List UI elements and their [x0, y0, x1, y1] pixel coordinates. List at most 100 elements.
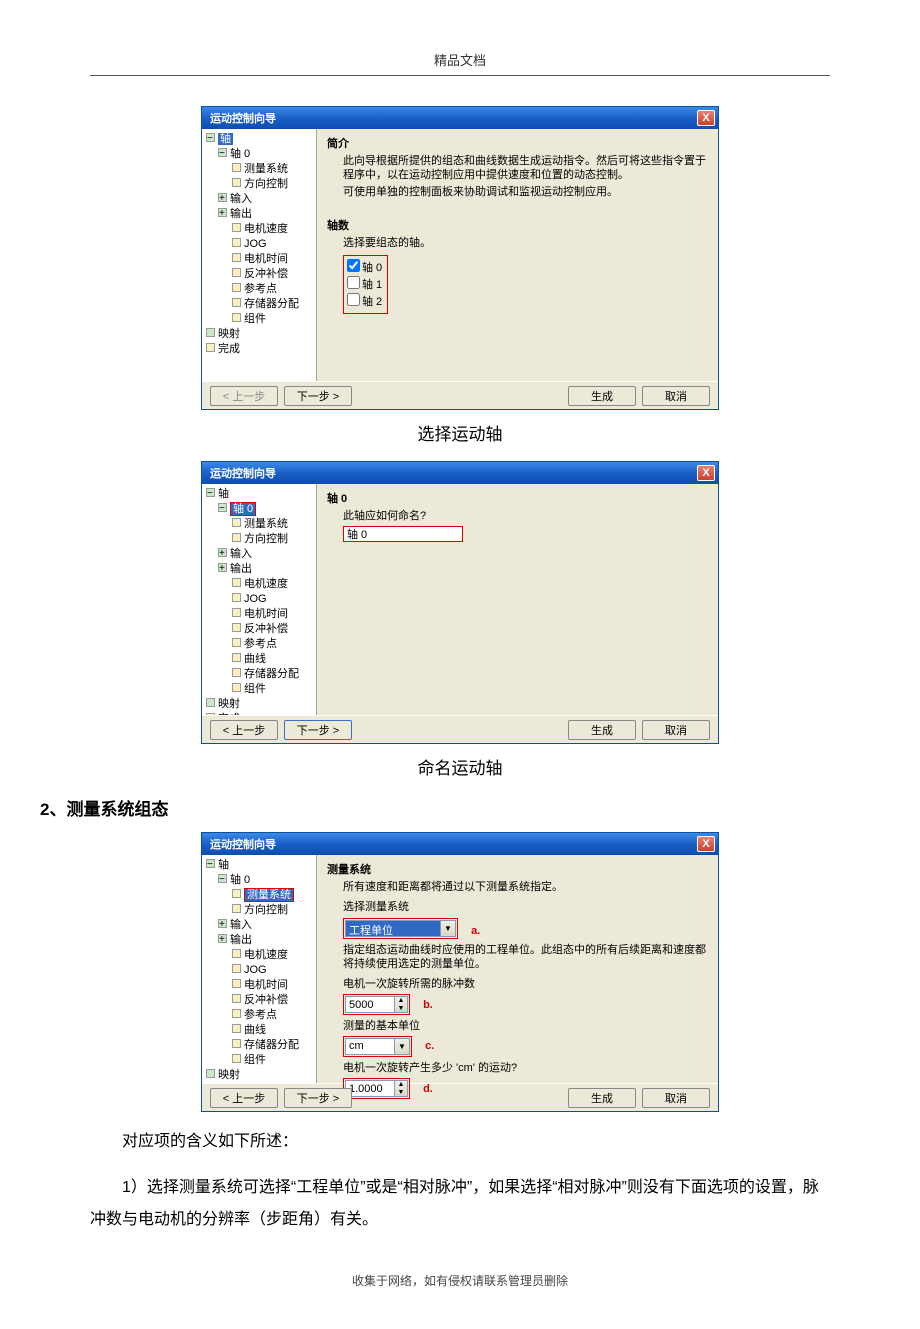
tree-axis0[interactable]: 轴 0	[230, 874, 250, 886]
pulses-spinner[interactable]: ▲▼	[345, 996, 408, 1013]
tree-root[interactable]: 轴	[218, 488, 229, 500]
cancel-button[interactable]: 取消	[642, 1088, 710, 1108]
prev-button[interactable]: < 上一步	[210, 1088, 278, 1108]
wizard-content: 轴 0 此轴应如何命名?	[317, 484, 718, 715]
tree-mapping[interactable]: 映射	[218, 328, 240, 340]
next-button[interactable]: 下一步 >	[284, 720, 352, 740]
axis-name-input[interactable]	[343, 526, 463, 542]
movement-input[interactable]	[345, 1080, 395, 1097]
tree-item[interactable]: 输出	[230, 208, 252, 220]
axis-checkbox-group: 轴 0 轴 1 轴 2	[343, 255, 388, 314]
annotation-b: b.	[423, 999, 433, 1011]
tree-done[interactable]: 完成	[218, 343, 240, 355]
movement-wrap: ▲▼	[343, 1078, 410, 1099]
caption-1: 选择运动轴	[90, 420, 830, 445]
tree-item[interactable]: 电机时间	[244, 608, 288, 620]
tree-item[interactable]: 方向控制	[244, 533, 288, 545]
prev-button[interactable]: < 上一步	[210, 386, 278, 406]
intro-text-1: 此向导根据所提供的组态和曲线数据生成运动指令。然后可将这些指令置于程序中，以在运…	[343, 154, 708, 182]
tree-item[interactable]: 存储器分配	[244, 1039, 299, 1051]
tree-item[interactable]: 组件	[244, 1054, 266, 1066]
tree-item[interactable]: JOG	[244, 238, 267, 250]
tree-done[interactable]: 完成	[218, 713, 240, 715]
tree-item[interactable]: 反冲补偿	[244, 623, 288, 635]
tree-item[interactable]: 反冲补偿	[244, 268, 288, 280]
measure-intro: 所有速度和距离都将通过以下测量系统指定。	[343, 880, 708, 894]
tree-axis0-selected[interactable]: 轴 0	[230, 502, 256, 516]
movement-label: 电机一次旋转产生多少 'cm' 的运动?	[343, 1061, 708, 1075]
dialog-title: 运动控制向导	[210, 836, 276, 852]
tree-axis0[interactable]: 轴 0	[230, 148, 250, 160]
axis-heading: 轴 0	[327, 490, 708, 506]
tree-item[interactable]: 测量系统	[244, 163, 288, 175]
prev-button[interactable]: < 上一步	[210, 720, 278, 740]
axis2-label: 轴 2	[362, 296, 382, 308]
tree-item[interactable]: 测量系统	[244, 518, 288, 530]
tree-item[interactable]: 输入	[230, 193, 252, 205]
annotation-a: a.	[471, 925, 480, 937]
tree-measure-selected[interactable]: 测量系统	[244, 888, 294, 902]
tree-item[interactable]: JOG	[244, 964, 267, 976]
tree-item[interactable]: 反冲补偿	[244, 994, 288, 1006]
spinner-buttons[interactable]: ▲▼	[395, 1080, 408, 1097]
name-prompt: 此轴应如何命名?	[343, 509, 708, 523]
wizard-dialog-3: 运动控制向导 X 轴 轴 0 测量系统 方向控制 输入 输出 电机速度 JOG …	[201, 832, 719, 1112]
axes-heading: 轴数	[327, 217, 708, 233]
wizard-tree[interactable]: 轴 轴 0 测量系统 方向控制 输入 输出 电机速度 JOG 电机时间 反冲补偿…	[202, 484, 317, 715]
chevron-down-icon[interactable]: ▼	[441, 920, 456, 937]
tree-item[interactable]: 电机速度	[244, 578, 288, 590]
intro-heading: 简介	[327, 135, 708, 151]
tree-root[interactable]: 轴	[218, 133, 233, 145]
tree-item[interactable]: 存储器分配	[244, 668, 299, 680]
tree-root[interactable]: 轴	[218, 859, 229, 871]
tree-item[interactable]: 电机时间	[244, 979, 288, 991]
tree-item[interactable]: 曲线	[244, 1024, 266, 1036]
spinner-buttons[interactable]: ▲▼	[395, 996, 408, 1013]
tree-item[interactable]: 组件	[244, 313, 266, 325]
wizard-tree[interactable]: 轴 轴 0 测量系统 方向控制 输入 输出 电机速度 JOG 电机时间 反冲补偿…	[202, 855, 317, 1083]
tree-item[interactable]: 输出	[230, 934, 252, 946]
tree-item[interactable]: 方向控制	[244, 178, 288, 190]
tree-item[interactable]: 方向控制	[244, 904, 288, 916]
cancel-button[interactable]: 取消	[642, 720, 710, 740]
titlebar: 运动控制向导 X	[202, 833, 718, 855]
axis0-checkbox[interactable]	[347, 259, 360, 272]
close-button[interactable]: X	[697, 110, 715, 126]
tree-item[interactable]: 曲线	[244, 653, 266, 665]
wizard-content: 测量系统 所有速度和距离都将通过以下测量系统指定。 选择测量系统 工程单位 ▼ …	[317, 855, 718, 1083]
tree-item[interactable]: 参考点	[244, 283, 277, 295]
tree-item[interactable]: 组件	[244, 683, 266, 695]
pulses-input[interactable]	[345, 996, 395, 1013]
close-icon: X	[702, 112, 709, 124]
next-button[interactable]: 下一步 >	[284, 386, 352, 406]
chevron-down-icon[interactable]: ▼	[395, 1038, 410, 1055]
next-button[interactable]: 下一步 >	[284, 1088, 352, 1108]
measure-system-combo[interactable]: 工程单位 ▼	[345, 920, 456, 937]
tree-item[interactable]: 输出	[230, 563, 252, 575]
tree-mapping[interactable]: 映射	[218, 698, 240, 710]
tree-item[interactable]: 电机速度	[244, 949, 288, 961]
unit-combo[interactable]: cm ▼	[345, 1038, 410, 1055]
generate-button[interactable]: 生成	[568, 1088, 636, 1108]
close-button[interactable]: X	[697, 836, 715, 852]
tree-item[interactable]: 电机速度	[244, 223, 288, 235]
tree-item[interactable]: 参考点	[244, 1009, 277, 1021]
tree-item[interactable]: 电机时间	[244, 253, 288, 265]
tree-item[interactable]: 输入	[230, 919, 252, 931]
tree-item[interactable]: JOG	[244, 593, 267, 605]
generate-button[interactable]: 生成	[568, 720, 636, 740]
movement-spinner[interactable]: ▲▼	[345, 1080, 408, 1097]
axis1-checkbox[interactable]	[347, 276, 360, 289]
axis2-checkbox[interactable]	[347, 293, 360, 306]
axis1-label: 轴 1	[362, 279, 382, 291]
caption-2: 命名运动轴	[90, 754, 830, 779]
tree-item[interactable]: 存储器分配	[244, 298, 299, 310]
tree-mapping[interactable]: 映射	[218, 1069, 240, 1081]
close-button[interactable]: X	[697, 465, 715, 481]
wizard-tree[interactable]: 轴 轴 0 测量系统 方向控制 输入 输出 电机速度 JOG 电机时间 反冲补偿…	[202, 129, 317, 381]
generate-button[interactable]: 生成	[568, 386, 636, 406]
measure-combo-wrap: 工程单位 ▼	[343, 918, 458, 939]
tree-item[interactable]: 输入	[230, 548, 252, 560]
cancel-button[interactable]: 取消	[642, 386, 710, 406]
tree-item[interactable]: 参考点	[244, 638, 277, 650]
